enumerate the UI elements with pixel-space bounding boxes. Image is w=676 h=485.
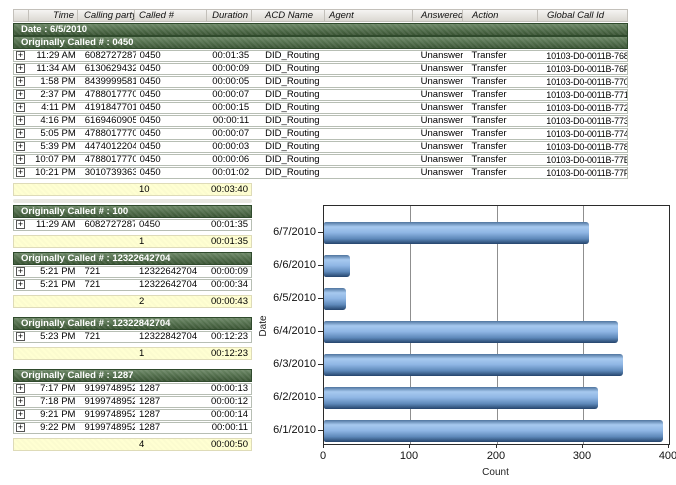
y-category-label: 6/6/2010 bbox=[256, 259, 316, 271]
y-category-label: 6/7/2010 bbox=[256, 226, 316, 238]
chart-bar bbox=[324, 321, 618, 343]
y-category-label: 6/3/2010 bbox=[256, 358, 316, 370]
x-axis-tick bbox=[582, 444, 583, 448]
x-tick-label: 200 bbox=[476, 450, 516, 462]
chart-bar bbox=[324, 222, 589, 244]
y-category-label: 6/1/2010 bbox=[256, 424, 316, 436]
chart-plot-area bbox=[323, 205, 670, 445]
y-axis-tick bbox=[318, 397, 323, 398]
chart-bar bbox=[324, 420, 663, 442]
y-category-label: 6/4/2010 bbox=[256, 325, 316, 337]
y-axis-tick bbox=[318, 430, 323, 431]
x-axis-tick bbox=[496, 444, 497, 448]
x-tick-label: 400 bbox=[648, 450, 676, 462]
x-axis-tick bbox=[323, 444, 324, 448]
y-axis-tick bbox=[318, 331, 323, 332]
x-tick-label: 300 bbox=[562, 450, 602, 462]
x-axis-tick bbox=[668, 444, 669, 448]
report-canvas: TimeCalling party #Called #DurationACD N… bbox=[0, 0, 676, 485]
chart-x-axis-title: Count bbox=[323, 467, 668, 478]
x-tick-label: 0 bbox=[303, 450, 343, 462]
y-category-label: 6/5/2010 bbox=[256, 292, 316, 304]
chart-bar bbox=[324, 288, 346, 310]
count-by-date-chart: Count Date 01002003004006/7/20106/6/2010… bbox=[0, 0, 676, 485]
y-axis-tick bbox=[318, 265, 323, 266]
chart-bar bbox=[324, 387, 598, 409]
x-axis-tick bbox=[409, 444, 410, 448]
y-category-label: 6/2/2010 bbox=[256, 391, 316, 403]
y-axis-tick bbox=[318, 232, 323, 233]
chart-bar bbox=[324, 354, 623, 376]
x-tick-label: 100 bbox=[389, 450, 429, 462]
y-axis-tick bbox=[318, 298, 323, 299]
y-axis-tick bbox=[318, 364, 323, 365]
chart-bar bbox=[324, 255, 350, 277]
